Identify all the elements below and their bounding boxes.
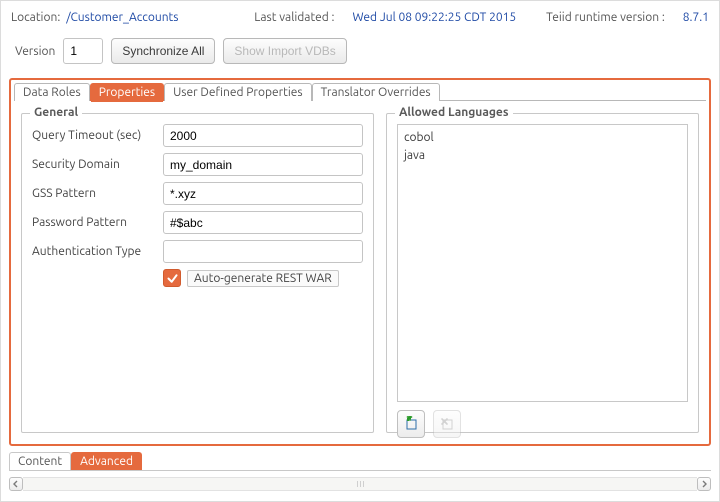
remove-icon (439, 416, 455, 432)
add-icon (403, 416, 419, 432)
tab-advanced[interactable]: Advanced (71, 452, 142, 470)
general-fieldset: General Query Timeout (sec) Security Dom… (21, 113, 374, 433)
top-tabstrip: Data Roles Properties User Defined Prope… (11, 80, 709, 101)
version-input[interactable] (63, 38, 103, 64)
last-validated-value: Wed Jul 08 09:22:25 CDT 2015 (353, 11, 517, 24)
authentication-type-label: Authentication Type (32, 245, 157, 258)
location-label: Location: (11, 11, 60, 24)
security-domain-input[interactable] (163, 153, 363, 176)
tab-translator-overrides[interactable]: Translator Overrides (312, 83, 440, 101)
password-pattern-label: Password Pattern (32, 216, 157, 229)
general-legend: General (30, 106, 82, 119)
runtime-version-label: Teiid runtime version : (546, 11, 665, 24)
remove-language-button (433, 410, 461, 438)
chevron-left-icon (12, 480, 20, 488)
scroll-left-button[interactable] (9, 477, 23, 491)
runtime-version-value: 8.7.1 (683, 11, 709, 24)
scroll-right-button[interactable] (697, 477, 711, 491)
auto-generate-rest-war-label: Auto-generate REST WAR (187, 270, 339, 287)
query-timeout-label: Query Timeout (sec) (32, 129, 157, 142)
chevron-right-icon (700, 480, 708, 488)
synchronize-all-button[interactable]: Synchronize All (111, 38, 215, 64)
allowed-languages-fieldset: Allowed Languages cobol java (386, 113, 699, 433)
list-item[interactable]: java (404, 147, 681, 165)
scroll-track[interactable] (23, 477, 697, 491)
password-pattern-input[interactable] (163, 211, 363, 234)
bottom-tabstrip: Content Advanced (9, 452, 711, 471)
allowed-languages-listbox[interactable]: cobol java (397, 124, 688, 402)
add-language-button[interactable] (397, 410, 425, 438)
version-label: Version (15, 45, 55, 58)
properties-panel: Data Roles Properties User Defined Prope… (9, 78, 711, 446)
horizontal-scrollbar[interactable] (9, 477, 711, 491)
gss-pattern-label: GSS Pattern (32, 187, 157, 200)
tab-properties[interactable]: Properties (90, 83, 164, 101)
auto-generate-rest-war-checkbox[interactable] (163, 269, 181, 287)
last-validated-label: Last validated : (254, 11, 334, 24)
query-timeout-input[interactable] (163, 124, 363, 147)
tab-data-roles[interactable]: Data Roles (14, 83, 90, 101)
show-import-vdbs-button: Show Import VDBs (223, 38, 346, 64)
tab-content[interactable]: Content (9, 452, 71, 470)
allowed-languages-legend: Allowed Languages (395, 106, 513, 119)
gss-pattern-input[interactable] (163, 182, 363, 205)
security-domain-label: Security Domain (32, 158, 157, 171)
tab-user-defined-properties[interactable]: User Defined Properties (164, 83, 312, 101)
checkmark-icon (166, 272, 179, 285)
scroll-grip-icon (352, 481, 368, 487)
list-item[interactable]: cobol (404, 129, 681, 147)
authentication-type-input[interactable] (163, 240, 363, 263)
location-path: /Customer_Accounts (66, 11, 178, 24)
